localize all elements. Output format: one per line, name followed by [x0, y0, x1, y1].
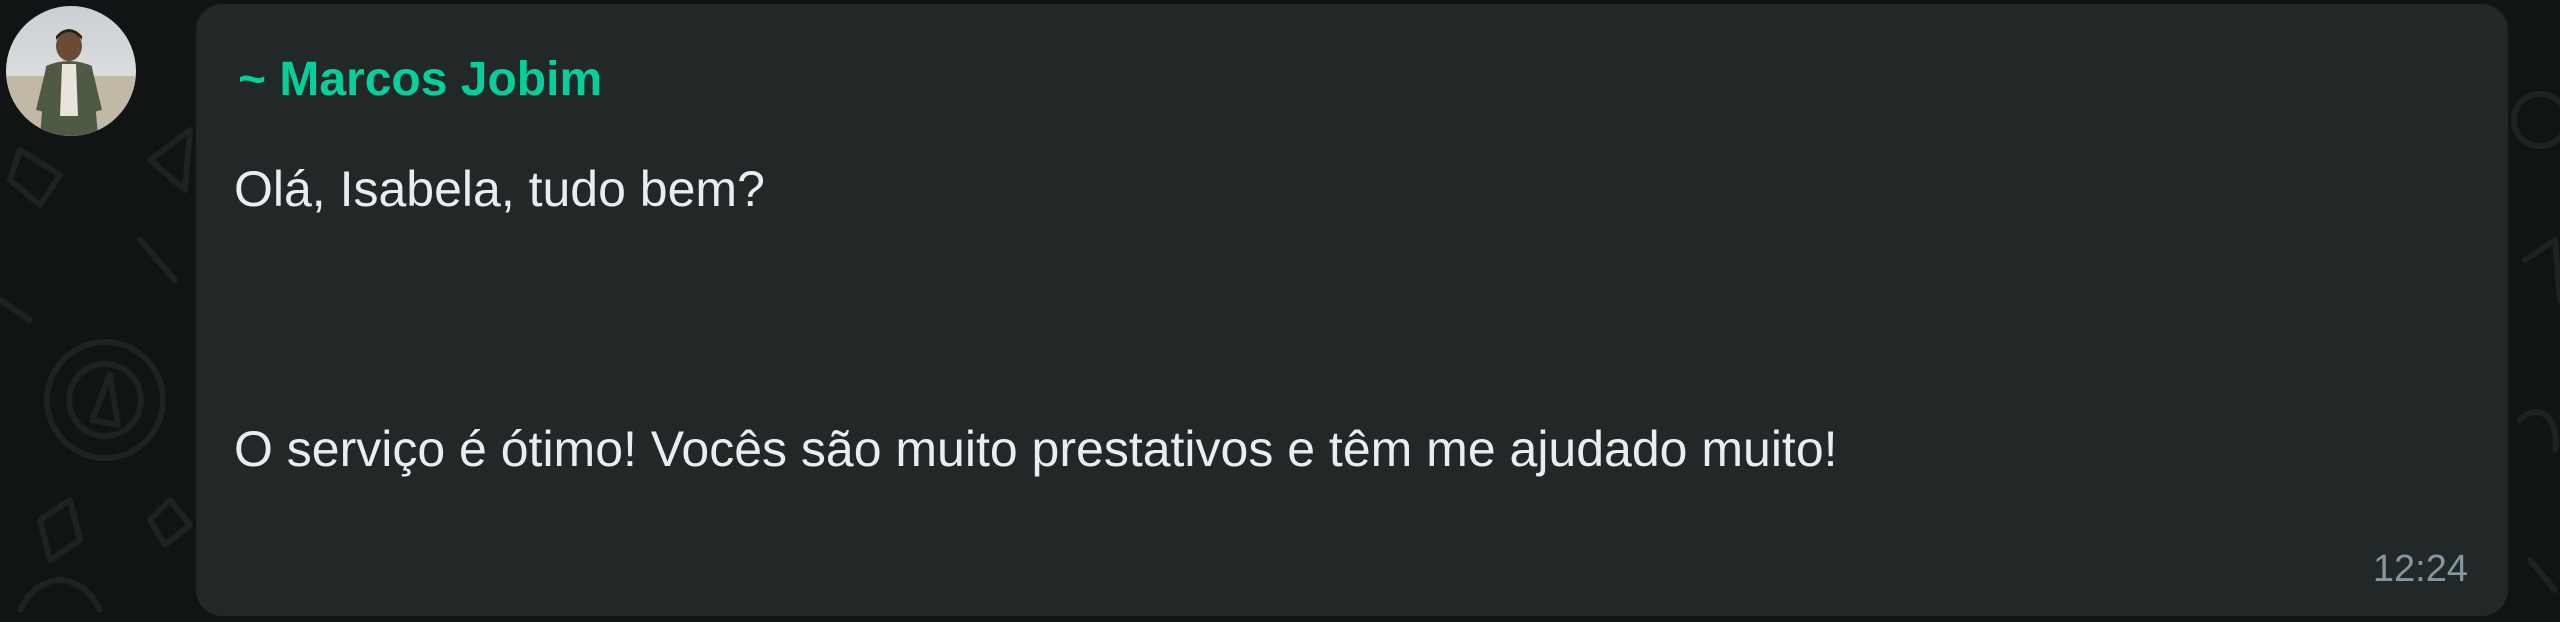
sender-avatar[interactable]	[6, 6, 136, 136]
sender-name[interactable]: ~ Marcos Jobim	[238, 56, 602, 104]
message-text-line: Olá, Isabela, tudo bem?	[234, 161, 765, 217]
message-text-line: O serviço é ótimo! Vocês são muito prest…	[234, 421, 1838, 477]
avatar-photo-icon	[6, 6, 136, 136]
message-timestamp: 12:24	[2372, 548, 2468, 590]
message-bubble[interactable]: ~ Marcos Jobim Olá, Isabela, tudo bem? O…	[196, 4, 2508, 616]
